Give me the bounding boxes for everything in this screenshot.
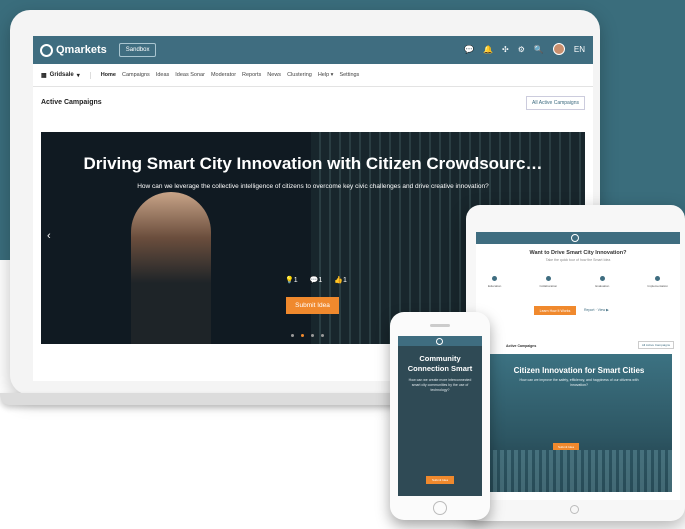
environment-badge: Sandbox — [118, 43, 157, 57]
share-icon[interactable]: ✣ — [502, 45, 509, 54]
person-image — [131, 192, 211, 344]
nav-item-settings[interactable]: Settings — [339, 72, 359, 78]
tablet-submit-button[interactable]: Submit Idea — [553, 443, 579, 450]
chat-icon[interactable]: 💬 — [464, 45, 474, 54]
tour-step: Collaboration — [539, 276, 557, 288]
tablet-screen: Want to Drive Smart City Innovation? Tak… — [476, 232, 680, 500]
nav-item-news[interactable]: News — [267, 72, 281, 78]
carousel-dots — [291, 334, 324, 337]
all-campaigns-button[interactable]: All Active Campaigns — [526, 96, 585, 110]
tour-step: Implementation — [647, 276, 668, 288]
tablet-tour-title: Want to Drive Smart City Innovation? — [529, 250, 627, 256]
nav-item-moderator[interactable]: Moderator — [211, 72, 236, 78]
carousel-dot[interactable] — [321, 334, 324, 337]
step-icon — [599, 276, 605, 281]
tour-step: Education — [488, 276, 501, 288]
step-icon — [545, 276, 551, 281]
tablet-tour-steps: Education Collaboration Evaluation Imple… — [488, 276, 668, 288]
section-title: Active Campaigns — [41, 98, 102, 106]
skyline-image — [486, 450, 672, 492]
tablet-hero-subtitle: How can we improve the safety, efficienc… — [519, 378, 639, 387]
section-header: Active Campaigns All Active Campaigns — [33, 87, 593, 117]
main-navigation: ▦ Gridsale ▾ Home Campaigns Ideas Ideas … — [33, 64, 593, 87]
tablet-top-bar — [476, 232, 680, 244]
view-selector-label: Gridsale — [49, 72, 74, 78]
tablet-all-campaigns-button[interactable]: All Active Campaigns — [637, 341, 674, 349]
hero-title: Driving Smart City Innovation with Citiz… — [83, 154, 543, 173]
tablet-home-button — [570, 505, 579, 514]
app-logo[interactable]: Qmarkets — [40, 43, 107, 57]
ideas-count: 💡1 — [285, 277, 298, 284]
tablet-campaign-banner[interactable]: Citizen Innovation for Smart Cities How … — [486, 354, 672, 492]
chevron-down-icon: ▾ — [76, 72, 80, 79]
comments-count: 💬1 — [309, 277, 323, 284]
tablet-tour-subtitle: Take the quick tour of how the Smart Ide… — [545, 258, 611, 262]
tablet-device: Want to Drive Smart City Innovation? Tak… — [466, 205, 685, 521]
nav-item-clustering[interactable]: Clustering — [287, 72, 312, 78]
grid-icon: ▦ — [41, 72, 47, 79]
carousel-prev-arrow-icon[interactable]: ‹ — [47, 230, 51, 242]
tablet-report-link[interactable]: Report · View ▶ — [584, 308, 609, 312]
language-selector[interactable]: EN — [574, 45, 585, 54]
phone-speaker — [430, 324, 450, 327]
top-bar: Qmarkets Sandbox 💬 🔔 ✣ ⚙ 🔍 EN — [33, 36, 593, 64]
phone-submit-button[interactable]: Submit Idea — [426, 476, 454, 484]
nav-item-campaigns[interactable]: Campaigns — [122, 72, 150, 78]
step-icon — [492, 276, 498, 281]
tablet-start-button[interactable]: Learn How It Works — [534, 306, 576, 315]
phone-screen: Community Connection Smart How can we cr… — [398, 336, 482, 496]
view-selector[interactable]: ▦ Gridsale ▾ — [41, 71, 91, 79]
user-avatar[interactable] — [552, 43, 565, 55]
qmarkets-logo-icon — [40, 43, 53, 57]
tablet-hero-title: Citizen Innovation for Smart Cities — [513, 366, 645, 375]
search-icon[interactable]: 🔍 — [534, 45, 544, 54]
carousel-dot[interactable] — [291, 334, 294, 337]
notification-bell-icon[interactable]: 🔔 — [483, 45, 493, 54]
phone-hero-title: Community Connection Smart — [407, 354, 473, 373]
lightbulb-icon: 💡 — [285, 277, 294, 284]
submit-idea-button[interactable]: Submit Idea — [286, 297, 339, 314]
nav-items: Home Campaigns Ideas Ideas Sonar Moderat… — [101, 72, 360, 78]
top-icon-group: 💬 🔔 ✣ ⚙ 🔍 EN — [464, 43, 585, 55]
thumbs-up-icon: 👍 — [334, 277, 343, 284]
tablet-logo-icon — [571, 234, 579, 242]
nav-item-help[interactable]: Help ▾ — [318, 72, 334, 78]
settings-gear-icon[interactable]: ⚙ — [518, 45, 525, 54]
nav-item-reports[interactable]: Reports — [242, 72, 261, 78]
nav-item-home[interactable]: Home — [101, 72, 116, 78]
logo-text: Qmarkets — [56, 44, 107, 56]
hero-stats: 💡1 💬1 👍1 — [285, 276, 347, 284]
step-icon — [655, 276, 661, 281]
tour-step: Evaluation — [595, 276, 609, 288]
hero-subtitle: How can we leverage the collective intel… — [137, 183, 489, 190]
phone-logo-icon — [436, 338, 443, 345]
likes-count: 👍1 — [334, 277, 347, 284]
nav-item-ideas-sonar[interactable]: Ideas Sonar — [175, 72, 205, 78]
phone-device: Community Connection Smart How can we cr… — [390, 312, 490, 520]
nav-item-ideas[interactable]: Ideas — [156, 72, 169, 78]
carousel-dot-active[interactable] — [301, 334, 304, 337]
carousel-dot[interactable] — [311, 334, 314, 337]
phone-hero-subtitle: How can we create more interconnected sm… — [408, 378, 472, 392]
tablet-section-title: Active Campaigns — [506, 344, 537, 348]
phone-home-button — [433, 501, 447, 515]
phone-top-bar — [398, 336, 482, 346]
